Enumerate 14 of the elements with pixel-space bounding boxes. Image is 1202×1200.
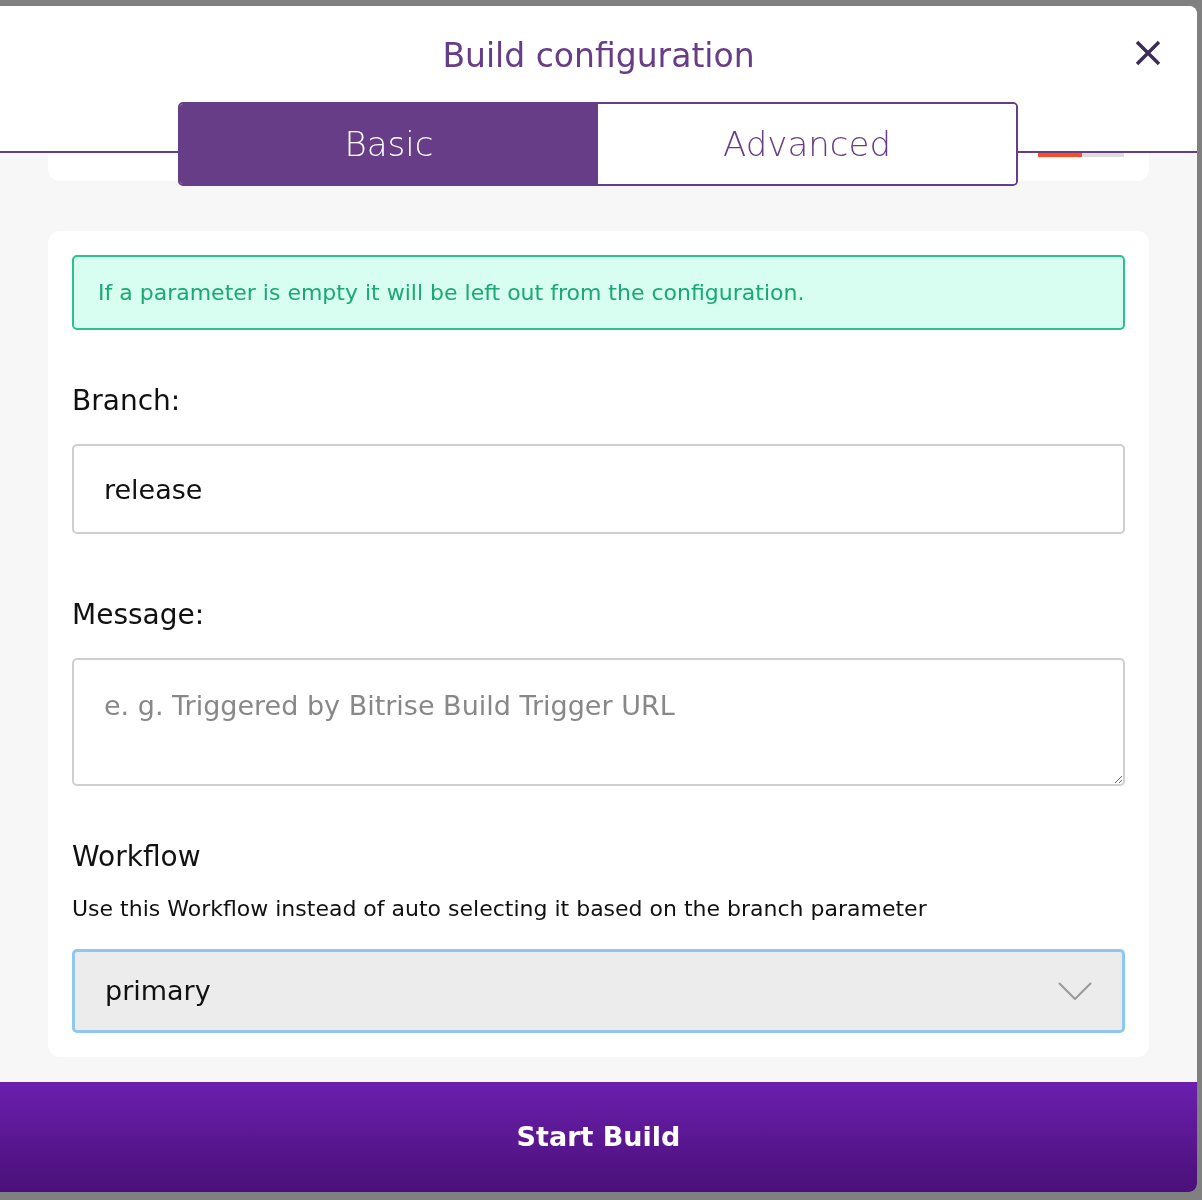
chevron-down-icon [1058,982,1092,1000]
branch-label: Branch: [72,383,182,419]
workflow-label: Workflow [72,839,202,875]
tab[interactable]: Basic [180,104,598,184]
message-input-field[interactable]: e. g. Triggered by Bitrise Build Trigger URL [72,658,1125,786]
tab[interactable]: Advanced [598,104,1016,184]
branch-input-field[interactable]: release [72,444,1125,534]
workflow-select[interactable]: primary [72,949,1125,1033]
close-icon [1135,40,1161,66]
start-build-button[interactable]: Start Build [0,1082,1197,1192]
message-label: Message: [72,597,206,633]
workflow-hint: Use this Workflow instead of auto selecting it based on the branch parameter [72,895,928,923]
dialog-title: Build configuration [442,36,755,76]
info-alert: If a parameter is empty it will be left out from the configuration. [72,255,1125,330]
